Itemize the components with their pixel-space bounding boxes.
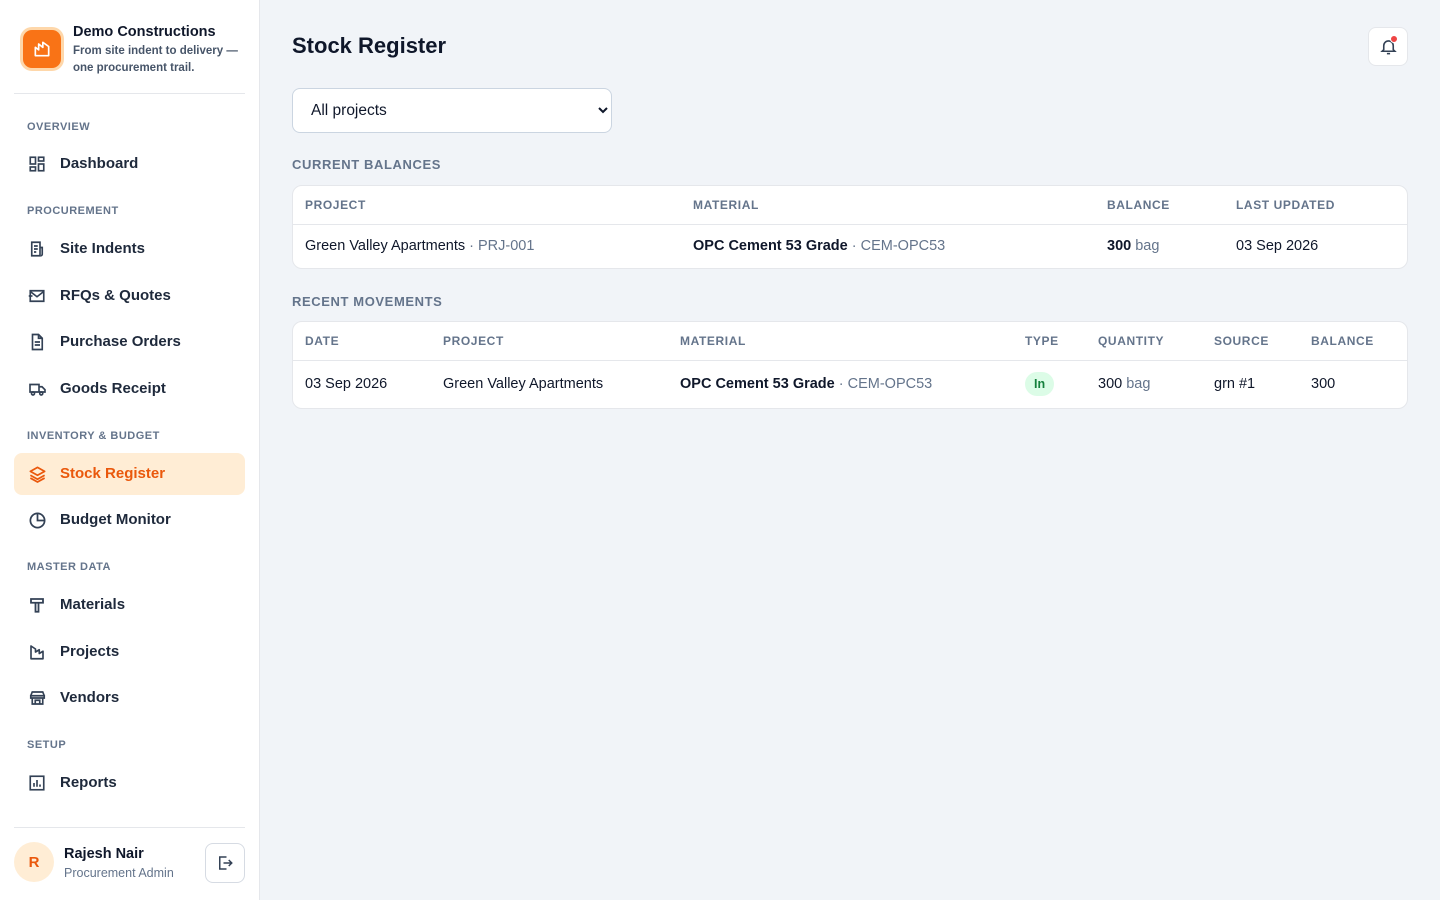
logout-icon [219,856,233,870]
sidebar-item-site-indents[interactable]: Site Indents [14,228,245,270]
building-icon [27,642,47,662]
balance-cell: 300 [1311,376,1336,393]
sidebar-item-label: RFQs & Quotes [60,287,171,304]
current-balances-heading: Current Balances [292,157,441,172]
type-badge: In [1025,372,1055,397]
user-name: Rajesh Nair [64,846,144,862]
section-label-master: Master Data [27,561,111,573]
user-role: Procurement Admin [64,866,174,880]
table-header-row: Project Material Balance Last Updated [293,186,1407,225]
column-header-material[interactable]: Material [681,186,1095,225]
sidebar-item-label: Materials [60,596,126,613]
sidebar-item-purchase-orders[interactable]: Purchase Orders [14,321,245,363]
avatar[interactable]: R [14,842,54,882]
sidebar-item-projects[interactable]: Projects [14,631,245,673]
sidebar-item-label: Reports [60,774,117,791]
sidebar-item-dashboard[interactable]: Dashboard [14,143,245,185]
balances-table: Project Material Balance Last Updated Gr… [292,185,1408,269]
quantity-value: 300 [1098,376,1123,393]
truck-icon [27,379,47,399]
movements-table: Date Project Material Type Quantity Sour… [292,321,1408,409]
section-label-overview: Overview [27,121,91,133]
sidebar-item-stock-register[interactable]: Stock Register [14,453,245,495]
brand-tagline: From site indent to delivery — one procu… [73,45,238,74]
notifications-button[interactable] [1368,27,1408,66]
sidebar-item-goods-receipt[interactable]: Goods Receipt [14,368,245,410]
project-cell: Green Valley Apartments [443,376,604,393]
column-header-quantity[interactable]: Quantity [1086,322,1202,361]
indent-icon [27,239,47,259]
project-cell: Green Valley Apartments · PRJ-001 [293,224,681,268]
project-name: Green Valley Apartments [305,238,466,255]
sidebar-item-materials[interactable]: Materials [14,584,245,626]
table-row[interactable]: Green Valley Apartments · PRJ-001 OPC Ce… [293,224,1407,268]
sidebar-item-label: Site Indents [60,240,146,257]
column-header-project[interactable]: Project [293,186,681,225]
mail-send-icon [27,286,47,306]
source-cell[interactable]: grn #1 [1202,360,1299,408]
sidebar-item-budget-monitor[interactable]: Budget Monitor [14,499,245,541]
section-label-procurement: Procurement [27,205,119,217]
material-code: · CEM-OPC53 [838,376,933,393]
section-label-inventory: Inventory & Budget [27,430,160,442]
sidebar-item-label: Stock Register [60,465,166,482]
material-cell: OPC Cement 53 Grade · CEM-OPC53 [681,224,1095,268]
brand: Demo Constructions From site indent to d… [14,14,245,94]
logout-button[interactable] [205,843,245,883]
last-updated-cell: 03 Sep 2026 [1236,238,1319,255]
section-label-setup: Setup [27,739,67,751]
material-code: · CEM-OPC53 [851,238,946,255]
column-header-date[interactable]: Date [293,322,431,361]
store-icon [27,688,47,708]
hammer-icon [27,595,47,615]
brand-logo-icon [23,30,61,68]
recent-movements-heading: Recent Movements [292,294,443,309]
user-profile: R Rajesh Nair Procurement Admin [14,827,245,900]
page-title: Stock Register [292,33,447,58]
bar-chart-icon [27,773,47,793]
column-header-project[interactable]: Project [431,322,668,361]
notification-dot [1390,35,1398,43]
date-cell: 03 Sep 2026 [305,376,388,393]
document-icon [27,332,47,352]
material-name: OPC Cement 53 Grade [680,376,835,393]
sidebar-item-label: Vendors [60,689,120,706]
material-cell: OPC Cement 53 Grade · CEM-OPC53 [668,360,1013,408]
sidebar-item-label: Purchase Orders [60,333,181,350]
dashboard-icon [27,154,47,174]
column-header-balance[interactable]: Balance [1095,186,1224,225]
pie-chart-icon [27,510,47,530]
brand-name: Demo Constructions [73,24,216,40]
type-cell: In [1013,360,1086,408]
column-header-material[interactable]: Material [668,322,1013,361]
sidebar-item-label: Budget Monitor [60,511,171,528]
project-code: · PRJ-001 [469,238,535,255]
table-header-row: Date Project Material Type Quantity Sour… [293,322,1407,361]
column-header-balance[interactable]: Balance [1299,322,1407,361]
column-header-last-updated[interactable]: Last Updated [1224,186,1407,225]
sidebar-item-vendors[interactable]: Vendors [14,677,245,719]
balance-unit: bag [1135,238,1160,255]
quantity-cell: 300 bag [1086,360,1202,408]
quantity-unit: bag [1126,376,1151,393]
sidebar-item-rfqs[interactable]: RFQs & Quotes [14,275,245,317]
project-filter-select[interactable]: All projects [292,88,612,133]
column-header-type[interactable]: Type [1013,322,1086,361]
layers-icon [27,464,47,484]
column-header-source[interactable]: Source [1202,322,1299,361]
sidebar-item-label: Projects [60,643,120,660]
sidebar-item-label: Goods Receipt [60,380,166,397]
balance-value: 300 [1107,238,1132,255]
sidebar: Demo Constructions From site indent to d… [0,0,260,900]
material-name: OPC Cement 53 Grade [693,238,848,255]
sidebar-item-label: Dashboard [60,155,139,172]
sidebar-item-reports[interactable]: Reports [14,762,245,804]
balance-cell: 300 bag [1095,224,1224,268]
table-row[interactable]: 03 Sep 2026 Green Valley Apartments OPC … [293,360,1407,408]
